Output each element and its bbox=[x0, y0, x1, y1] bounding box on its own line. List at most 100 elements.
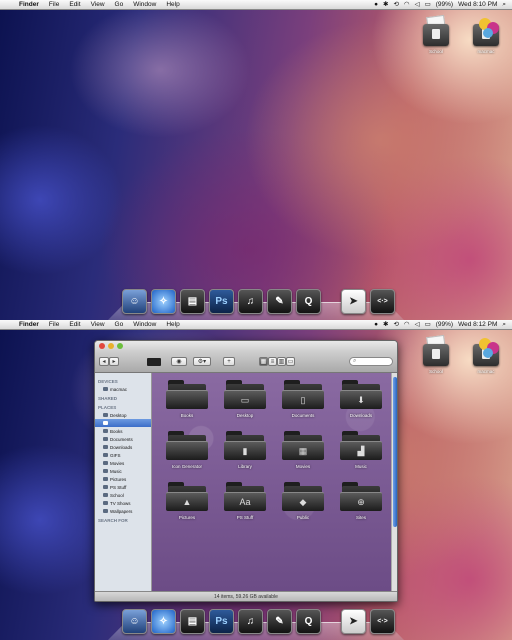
battery-percent[interactable]: (99%) bbox=[436, 320, 453, 330]
list-view-button[interactable]: ≡ bbox=[268, 357, 277, 366]
folder-item[interactable]: Books bbox=[158, 377, 216, 418]
script-icon[interactable]: <·> bbox=[370, 289, 395, 314]
menu-view[interactable]: View bbox=[86, 320, 110, 330]
time-machine-icon[interactable]: ⟲ bbox=[393, 320, 398, 330]
finder-icon[interactable]: ☺ bbox=[122, 289, 147, 314]
finder-window[interactable]: ◂ ▸ ◉ ⚙▾ + ▦ ≡ ▥ ▭ ⌕ DEVICES macmac SHAR… bbox=[94, 340, 398, 602]
sidebar-item-gifs[interactable]: GIFS bbox=[95, 451, 151, 459]
script-icon[interactable]: <·> bbox=[370, 609, 395, 634]
sidebar-item-documents[interactable]: Documents bbox=[95, 435, 151, 443]
menu-go[interactable]: Go bbox=[110, 320, 129, 330]
scrollbar-thumb[interactable] bbox=[393, 377, 397, 527]
folder-item[interactable]: ▯ Documents bbox=[274, 377, 332, 418]
quicktime-icon[interactable]: Q bbox=[296, 289, 321, 314]
folder-item[interactable]: Icon Generator bbox=[158, 428, 216, 469]
folder-item[interactable]: ◆ Public bbox=[274, 479, 332, 520]
spotlight-icon[interactable]: ⌕ bbox=[502, 0, 506, 10]
status-icon[interactable]: ● bbox=[374, 320, 378, 330]
bluetooth-icon[interactable]: ✱ bbox=[383, 320, 388, 330]
sidebar-item-books[interactable]: Books bbox=[95, 427, 151, 435]
desktop-icon-macmac[interactable]: macmac bbox=[466, 14, 506, 54]
menu-window[interactable]: Window bbox=[128, 320, 161, 330]
back-button[interactable]: ◂ bbox=[99, 357, 109, 366]
status-icon[interactable]: ● bbox=[374, 0, 378, 10]
cover-flow-button[interactable]: ▭ bbox=[286, 357, 295, 366]
menu-window[interactable]: Window bbox=[128, 0, 161, 10]
finder-icon[interactable]: ☺ bbox=[122, 609, 147, 634]
sidebar-header-devices[interactable]: DEVICES bbox=[95, 376, 151, 385]
menu-finder[interactable]: Finder bbox=[14, 0, 44, 10]
menu-file[interactable]: File bbox=[44, 320, 64, 330]
sidebar-header-search[interactable]: SEARCH FOR bbox=[95, 515, 151, 524]
menu-file[interactable]: File bbox=[44, 0, 64, 10]
window-titlebar[interactable] bbox=[95, 341, 397, 351]
cursor-icon[interactable]: ➤ bbox=[341, 289, 366, 314]
quicktime-icon[interactable]: Q bbox=[296, 609, 321, 634]
sidebar-item-ps-stuff[interactable]: PS Stuff bbox=[95, 483, 151, 491]
desktop-icon-school[interactable]: School bbox=[416, 14, 456, 54]
battery-icon[interactable]: ▭ bbox=[425, 320, 431, 330]
time-machine-icon[interactable]: ⟲ bbox=[393, 0, 398, 10]
quick-look-button[interactable]: ◉ bbox=[171, 357, 187, 366]
sidebar-item-pictures[interactable]: Pictures bbox=[95, 475, 151, 483]
column-view-button[interactable]: ▥ bbox=[277, 357, 286, 366]
sidebar-item-macmac[interactable]: macmac bbox=[95, 385, 151, 393]
folder-item[interactable]: ▭ Desktop bbox=[216, 377, 274, 418]
icon-view-button[interactable]: ▦ bbox=[259, 357, 268, 366]
battery-percent[interactable]: (99%) bbox=[436, 0, 453, 10]
sidebar-item-music[interactable]: Music bbox=[95, 467, 151, 475]
menu-help[interactable]: Help bbox=[161, 320, 184, 330]
menu-finder[interactable]: Finder bbox=[14, 320, 44, 330]
wifi-icon[interactable]: ◠ bbox=[404, 0, 410, 10]
volume-icon[interactable]: ◁ bbox=[415, 0, 420, 10]
sidebar-header-shared[interactable]: SHARED bbox=[95, 393, 151, 402]
sidebar-item-desktop[interactable]: Desktop bbox=[95, 411, 151, 419]
textedit-icon[interactable]: ✎ bbox=[267, 609, 292, 634]
clock[interactable]: Wed 8:10 PM bbox=[458, 0, 497, 10]
menu-help[interactable]: Help bbox=[161, 0, 184, 10]
volume-icon[interactable]: ◁ bbox=[415, 320, 420, 330]
folder-item[interactable]: ▟ Music bbox=[332, 428, 390, 469]
spotlight-icon[interactable]: ⌕ bbox=[502, 320, 506, 330]
bluetooth-icon[interactable]: ✱ bbox=[383, 0, 388, 10]
new-folder-button[interactable]: + bbox=[223, 357, 235, 366]
textedit-icon[interactable]: ✎ bbox=[267, 289, 292, 314]
menu-edit[interactable]: Edit bbox=[64, 320, 85, 330]
safari-icon[interactable]: ✧ bbox=[151, 289, 176, 314]
wifi-icon[interactable]: ◠ bbox=[404, 320, 410, 330]
desktop-icon-school[interactable]: School bbox=[416, 334, 456, 374]
preview-icon[interactable]: ▤ bbox=[180, 609, 205, 634]
itunes-icon[interactable]: ♫ bbox=[238, 609, 263, 634]
sidebar-header-places[interactable]: PLACES bbox=[95, 402, 151, 411]
menu-view[interactable]: View bbox=[86, 0, 110, 10]
folder-path-icon[interactable] bbox=[147, 357, 161, 366]
preview-icon[interactable]: ▤ bbox=[180, 289, 205, 314]
safari-icon[interactable]: ✧ bbox=[151, 609, 176, 634]
sidebar-item-tv-shows[interactable]: TV Shows bbox=[95, 499, 151, 507]
clock[interactable]: Wed 8:12 PM bbox=[458, 320, 497, 330]
folder-item[interactable]: ⊕ Sites bbox=[332, 479, 390, 520]
desktop-icon-macmac[interactable]: macmac bbox=[466, 334, 506, 374]
folder-item[interactable]: ⬇ Downloads bbox=[332, 377, 390, 418]
minimize-button[interactable] bbox=[108, 343, 114, 349]
menu-edit[interactable]: Edit bbox=[64, 0, 85, 10]
search-field[interactable]: ⌕ bbox=[349, 357, 393, 366]
zoom-button[interactable] bbox=[117, 343, 123, 349]
cursor-icon[interactable]: ➤ bbox=[341, 609, 366, 634]
close-button[interactable] bbox=[99, 343, 105, 349]
folder-item[interactable]: Aa PS Stuff bbox=[216, 479, 274, 520]
sidebar-item-home[interactable] bbox=[95, 419, 151, 427]
sidebar-item-wallpapers[interactable]: Wallpapers bbox=[95, 507, 151, 515]
sidebar-item-movies[interactable]: Movies bbox=[95, 459, 151, 467]
vertical-scrollbar[interactable] bbox=[391, 373, 397, 591]
action-menu-button[interactable]: ⚙▾ bbox=[193, 357, 211, 366]
photoshop-icon[interactable]: Ps bbox=[209, 289, 234, 314]
sidebar-item-downloads[interactable]: Downloads bbox=[95, 443, 151, 451]
menu-go[interactable]: Go bbox=[110, 0, 129, 10]
folder-item[interactable]: ▲ Pictures bbox=[158, 479, 216, 520]
forward-button[interactable]: ▸ bbox=[109, 357, 119, 366]
folder-item[interactable]: ▮ Library bbox=[216, 428, 274, 469]
folder-item[interactable]: ▦ Movies bbox=[274, 428, 332, 469]
sidebar-item-school[interactable]: School bbox=[95, 491, 151, 499]
itunes-icon[interactable]: ♫ bbox=[238, 289, 263, 314]
